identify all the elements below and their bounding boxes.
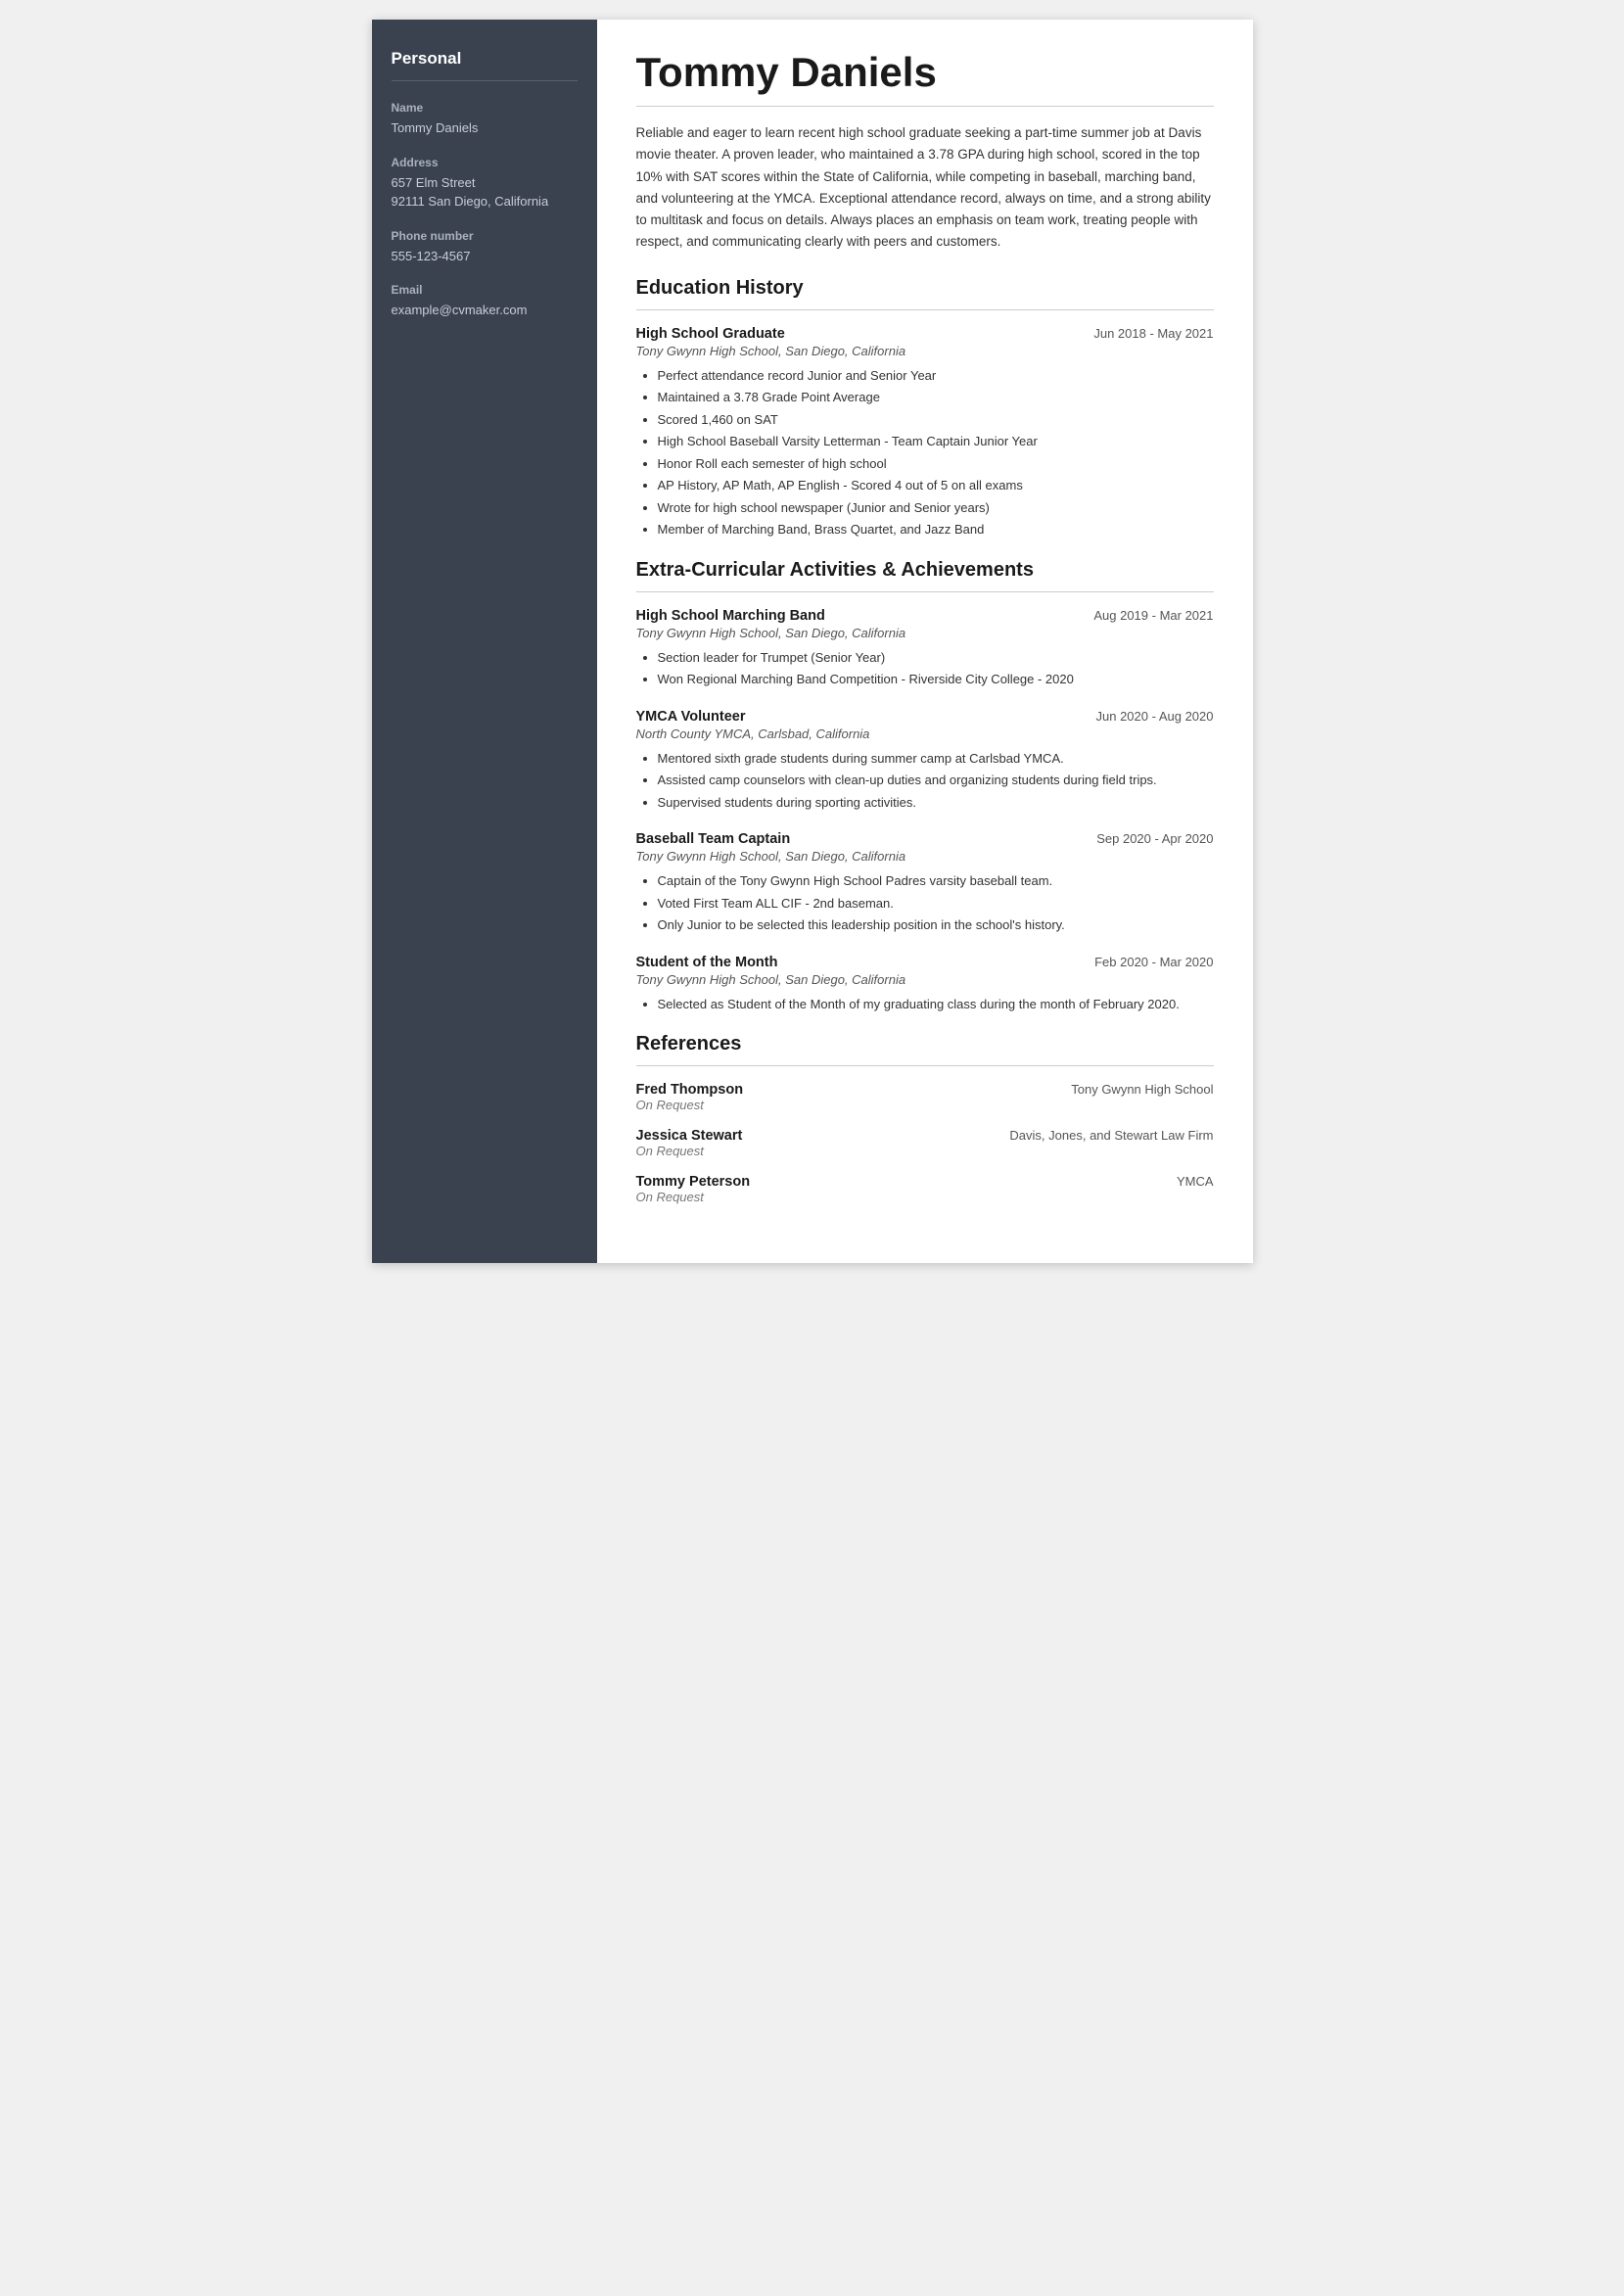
phone-value: 555-123-4567 xyxy=(392,247,578,266)
bullet-item: Maintained a 3.78 Grade Point Average xyxy=(658,388,1214,407)
entry-subtitle: North County YMCA, Carlsbad, California xyxy=(636,726,1214,741)
extracurricular-entry: High School Marching Band Aug 2019 - Mar… xyxy=(636,608,1214,689)
main-content: Tommy Daniels Reliable and eager to lear… xyxy=(597,20,1253,1263)
bullet-item: Supervised students during sporting acti… xyxy=(658,793,1214,813)
ref-header: Fred Thompson Tony Gwynn High School xyxy=(636,1082,1214,1098)
sidebar-email-section: Email example@cvmaker.com xyxy=(392,283,578,320)
reference-entry: Fred Thompson Tony Gwynn High School On … xyxy=(636,1082,1214,1112)
entry-title: YMCA Volunteer xyxy=(636,709,746,725)
ref-subtitle: On Request xyxy=(636,1190,1214,1204)
education-heading: Education History xyxy=(636,277,1214,300)
bullet-item: Wrote for high school newspaper (Junior … xyxy=(658,498,1214,518)
entry-bullets: Mentored sixth grade students during sum… xyxy=(636,749,1214,813)
entry-subtitle: Tony Gwynn High School, San Diego, Calif… xyxy=(636,972,1214,987)
name-value: Tommy Daniels xyxy=(392,118,578,138)
entry-date: Sep 2020 - Apr 2020 xyxy=(1096,831,1213,846)
reference-entry: Jessica Stewart Davis, Jones, and Stewar… xyxy=(636,1128,1214,1158)
bullet-item: Won Regional Marching Band Competition -… xyxy=(658,670,1214,689)
ref-org: YMCA xyxy=(1177,1174,1214,1189)
references-divider xyxy=(636,1065,1214,1066)
bullet-item: Assisted camp counselors with clean-up d… xyxy=(658,771,1214,790)
bullet-item: Only Junior to be selected this leadersh… xyxy=(658,915,1214,935)
entry-bullets: Perfect attendance record Junior and Sen… xyxy=(636,366,1214,539)
sidebar-address-section: Address 657 Elm Street 92111 San Diego, … xyxy=(392,156,578,211)
bullet-item: Voted First Team ALL CIF - 2nd baseman. xyxy=(658,894,1214,914)
sidebar-name-section: Name Tommy Daniels xyxy=(392,101,578,138)
education-divider xyxy=(636,309,1214,310)
entry-date: Jun 2020 - Aug 2020 xyxy=(1096,709,1214,724)
references-section: Fred Thompson Tony Gwynn High School On … xyxy=(636,1082,1214,1204)
address-label: Address xyxy=(392,156,578,169)
bullet-item: Section leader for Trumpet (Senior Year) xyxy=(658,648,1214,668)
bullet-item: Selected as Student of the Month of my g… xyxy=(658,995,1214,1014)
references-heading: References xyxy=(636,1033,1214,1055)
ref-name: Fred Thompson xyxy=(636,1082,744,1098)
entry-title: Baseball Team Captain xyxy=(636,831,791,847)
address-line2: 92111 San Diego, California xyxy=(392,192,578,211)
entry-subtitle: Tony Gwynn High School, San Diego, Calif… xyxy=(636,344,1214,358)
ref-name: Jessica Stewart xyxy=(636,1128,743,1144)
entry-bullets: Selected as Student of the Month of my g… xyxy=(636,995,1214,1014)
extracurricular-divider xyxy=(636,591,1214,592)
bullet-item: Member of Marching Band, Brass Quartet, … xyxy=(658,520,1214,539)
name-label: Name xyxy=(392,101,578,115)
bullet-item: Mentored sixth grade students during sum… xyxy=(658,749,1214,769)
entry-title: High School Graduate xyxy=(636,326,785,342)
extracurricular-entry: YMCA Volunteer Jun 2020 - Aug 2020 North… xyxy=(636,709,1214,813)
ref-header: Jessica Stewart Davis, Jones, and Stewar… xyxy=(636,1128,1214,1144)
education-section: High School Graduate Jun 2018 - May 2021… xyxy=(636,326,1214,539)
bullet-item: High School Baseball Varsity Letterman -… xyxy=(658,432,1214,451)
bullet-item: Scored 1,460 on SAT xyxy=(658,410,1214,430)
bullet-item: Perfect attendance record Junior and Sen… xyxy=(658,366,1214,386)
entry-date: Aug 2019 - Mar 2021 xyxy=(1093,608,1213,623)
address-line1: 657 Elm Street xyxy=(392,173,578,193)
bullet-item: AP History, AP Math, AP English - Scored… xyxy=(658,476,1214,495)
entry-date: Jun 2018 - May 2021 xyxy=(1093,326,1213,341)
entry-title: High School Marching Band xyxy=(636,608,825,624)
sidebar-phone-section: Phone number 555-123-4567 xyxy=(392,229,578,266)
extracurricular-entry: Baseball Team Captain Sep 2020 - Apr 202… xyxy=(636,831,1214,935)
entry-bullets: Captain of the Tony Gwynn High School Pa… xyxy=(636,871,1214,935)
extracurricular-section: High School Marching Band Aug 2019 - Mar… xyxy=(636,608,1214,1014)
ref-subtitle: On Request xyxy=(636,1144,1214,1158)
entry-subtitle: Tony Gwynn High School, San Diego, Calif… xyxy=(636,849,1214,864)
reference-entry: Tommy Peterson YMCA On Request xyxy=(636,1174,1214,1204)
bullet-item: Honor Roll each semester of high school xyxy=(658,454,1214,474)
ref-org: Davis, Jones, and Stewart Law Firm xyxy=(1009,1128,1213,1143)
entry-date: Feb 2020 - Mar 2020 xyxy=(1094,955,1213,969)
resume-container: Personal Name Tommy Daniels Address 657 … xyxy=(372,20,1253,1263)
phone-label: Phone number xyxy=(392,229,578,243)
resume-name: Tommy Daniels xyxy=(636,49,1214,96)
extracurricular-entry: Student of the Month Feb 2020 - Mar 2020… xyxy=(636,955,1214,1014)
entry-title: Student of the Month xyxy=(636,955,778,970)
entry-bullets: Section leader for Trumpet (Senior Year)… xyxy=(636,648,1214,689)
sidebar-divider xyxy=(392,80,578,81)
ref-name: Tommy Peterson xyxy=(636,1174,751,1190)
bullet-item: Captain of the Tony Gwynn High School Pa… xyxy=(658,871,1214,891)
extracurricular-heading: Extra-Curricular Activities & Achievemen… xyxy=(636,559,1214,582)
ref-header: Tommy Peterson YMCA xyxy=(636,1174,1214,1190)
email-label: Email xyxy=(392,283,578,297)
sidebar-title: Personal xyxy=(392,49,578,69)
ref-org: Tony Gwynn High School xyxy=(1071,1082,1213,1097)
name-divider xyxy=(636,106,1214,107)
entry-subtitle: Tony Gwynn High School, San Diego, Calif… xyxy=(636,626,1214,640)
ref-subtitle: On Request xyxy=(636,1098,1214,1112)
education-entry: High School Graduate Jun 2018 - May 2021… xyxy=(636,326,1214,539)
sidebar: Personal Name Tommy Daniels Address 657 … xyxy=(372,20,597,1263)
summary-text: Reliable and eager to learn recent high … xyxy=(636,122,1214,254)
email-value: example@cvmaker.com xyxy=(392,301,578,320)
